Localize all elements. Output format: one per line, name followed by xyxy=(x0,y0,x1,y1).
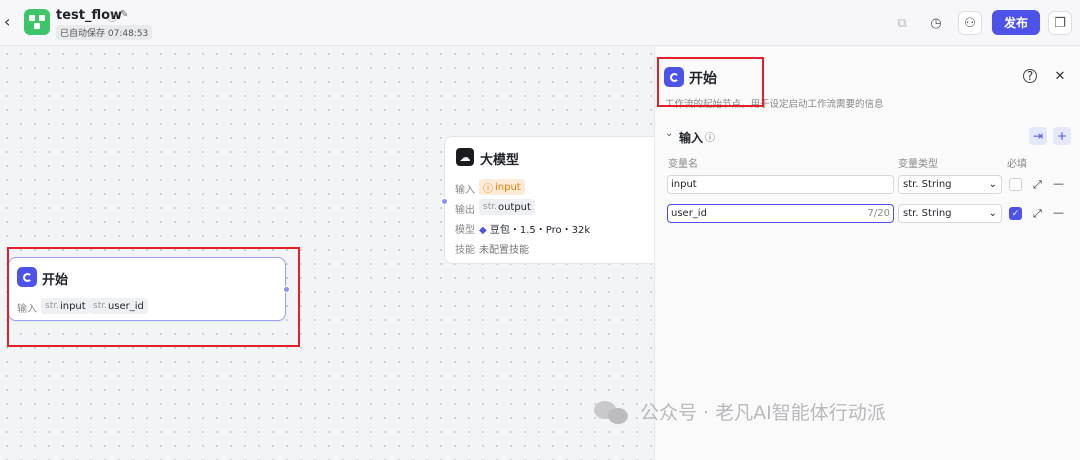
variable-name-input[interactable]: input xyxy=(667,175,894,194)
close-icon[interactable]: ✕ xyxy=(1051,67,1069,85)
llm-output-label: 输出 xyxy=(455,205,475,216)
edit-icon[interactable]: ✎ xyxy=(120,9,128,20)
wechat-icon xyxy=(594,399,630,425)
variable-type-select[interactable]: str. String ⌄ xyxy=(898,175,1002,194)
watermark: 公众号 · 老凡AI智能体行动派 xyxy=(594,398,886,425)
expand-icon[interactable]: ⤢ xyxy=(1033,178,1042,192)
llm-node-input-port[interactable] xyxy=(441,198,448,205)
required-checkbox[interactable] xyxy=(1009,178,1022,191)
llm-icon: ☁ xyxy=(456,148,474,166)
column-name-header: 变量名 xyxy=(668,159,698,170)
llm-input-label: 输入 xyxy=(455,185,475,196)
variable-type-select[interactable]: str. String ⌄ xyxy=(898,204,1002,223)
llm-node-title: 大模型 xyxy=(480,153,520,168)
autosave-status: 已自动保存 07:48:53 xyxy=(56,25,153,40)
remove-icon[interactable]: — xyxy=(1053,177,1064,190)
doubao-icon: ◆ xyxy=(479,225,490,236)
chevron-down-icon: ⌄ xyxy=(988,208,997,219)
collaborator-icon[interactable]: ⚇ xyxy=(958,11,982,35)
highlight-box xyxy=(7,247,300,347)
llm-model-label: 模型 xyxy=(455,225,475,236)
copy-icon[interactable]: ⧉ xyxy=(890,11,914,35)
llm-input-tag: ⓘ input xyxy=(479,179,525,195)
chevron-down-icon: ⌄ xyxy=(988,179,997,190)
llm-skill-label: 技能 xyxy=(455,245,475,256)
add-variable-button[interactable]: + xyxy=(1053,127,1071,145)
column-type-header: 变量类型 xyxy=(898,159,938,170)
section-title: 输入 xyxy=(679,131,704,145)
required-checkbox[interactable]: ✓ xyxy=(1009,207,1022,220)
info-icon[interactable]: ⓘ xyxy=(705,129,715,144)
expand-icon[interactable]: ⤢ xyxy=(1033,207,1042,221)
warning-icon: ⓘ xyxy=(483,183,493,195)
llm-skill-value: 未配置技能 xyxy=(479,245,529,256)
chevron-down-icon[interactable]: ⌄ xyxy=(665,128,673,139)
publish-button[interactable]: 发布 xyxy=(992,10,1040,35)
import-button[interactable]: ⇥ xyxy=(1029,127,1047,145)
workflow-canvas[interactable]: 开始 输入 str. input str. user_id ☁ 大模型 输入 ⓘ in… xyxy=(0,47,664,460)
llm-node[interactable]: ☁ 大模型 输入 ⓘ input 输出 str. output 模型 ◆ 豆包・1.… xyxy=(441,136,664,264)
remove-icon[interactable]: — xyxy=(1053,206,1064,219)
chevron-left-icon[interactable]: ‹ xyxy=(4,12,10,31)
workflow-app-icon xyxy=(24,9,50,35)
duplicate-icon[interactable]: ❐ xyxy=(1048,11,1072,35)
column-required-header: 必填 xyxy=(1007,159,1027,170)
history-icon[interactable]: ◷ xyxy=(924,11,948,35)
llm-output-tag: str. output xyxy=(479,199,535,215)
help-icon[interactable]: ? xyxy=(1023,69,1037,83)
llm-model-value: ◆ 豆包・1.5・Pro・32k xyxy=(479,225,591,236)
highlight-box xyxy=(657,57,764,107)
info-icon[interactable]: ⓘ xyxy=(107,9,117,24)
top-bar: ‹ test_flow ⓘ ✎ 已自动保存 07:48:53 ⧉ ◷ ⚇ 发布 … xyxy=(0,0,1080,46)
variable-name-input[interactable]: user_id 7/20 xyxy=(667,204,894,223)
